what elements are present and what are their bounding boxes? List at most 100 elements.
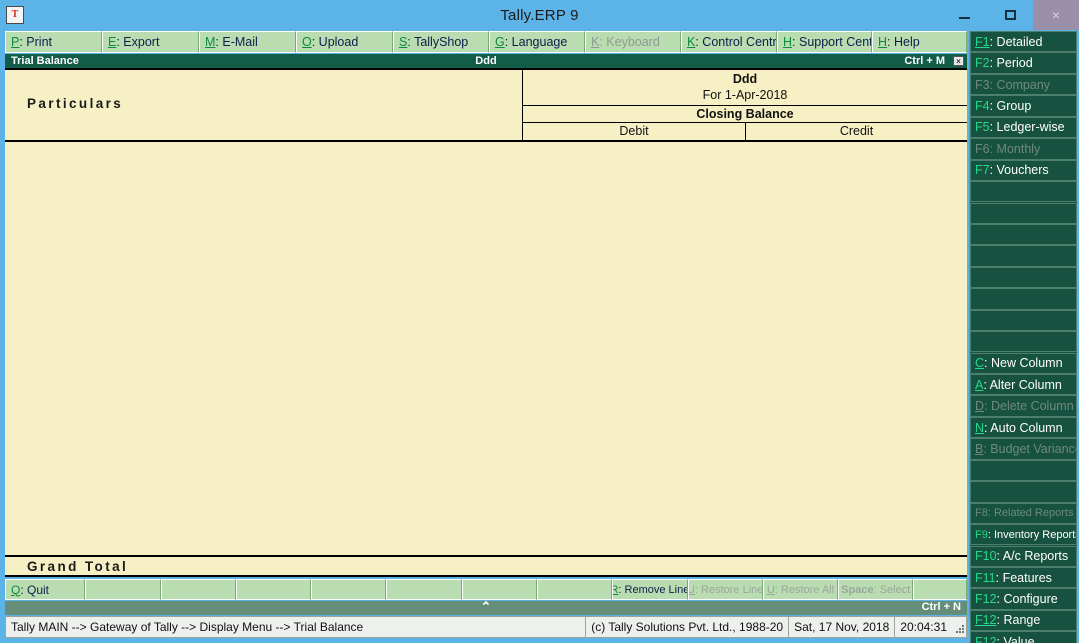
menu-hotkey: M [205, 35, 215, 49]
menu-hotkey: H [878, 35, 887, 49]
fkey-label: : New Column [984, 356, 1063, 370]
menu-item-help[interactable]: H: Help [872, 31, 967, 53]
status-time: 20:04:31 [895, 617, 952, 637]
button-label: : Remove Line [618, 584, 687, 596]
fkey-button-ledger-wise[interactable]: F5: Ledger-wise [970, 117, 1077, 138]
menu-item-upload[interactable]: O: Upload [296, 31, 393, 53]
fkey-button-delete-column: D: Delete Column [970, 395, 1077, 416]
button-label: : Quit [20, 583, 49, 597]
fkey-hotkey: B [975, 442, 983, 456]
fkey-button-detailed[interactable]: F1: Detailed [970, 31, 1077, 52]
particulars-column-header: Particulars [27, 96, 123, 111]
fkey-button-alter-column[interactable]: A: Alter Column [970, 374, 1077, 395]
resize-grip-icon[interactable] [952, 617, 966, 637]
fkey-button-value[interactable]: F12: Value [970, 631, 1077, 643]
fkey-button-empty-slot-7 [970, 181, 1077, 202]
menu-item-label: : TallyShop [407, 35, 468, 49]
fkey-hotkey: F2 [975, 56, 990, 70]
fkey-button-empty-slot-10 [970, 245, 1077, 266]
fkey-button-period[interactable]: F2: Period [970, 52, 1077, 73]
fkey-hotkey: F11 [975, 571, 996, 585]
column-company-name: Ddd [523, 70, 967, 87]
action-button-empty-slot-12 [913, 579, 967, 600]
menu-hotkey: E [108, 35, 116, 49]
menu-item-label: : Support Centre [792, 35, 872, 49]
report-title-bar: Trial Balance Ddd Ctrl + M × [5, 54, 967, 68]
fkey-button-empty-slot-14 [970, 331, 1077, 352]
action-button-empty-slot-3 [236, 579, 311, 600]
fkey-button-group[interactable]: F4: Group [970, 95, 1077, 116]
report-close-icon[interactable]: × [953, 56, 964, 66]
table-header: Particulars Ddd For 1-Apr-2018 Closing B… [5, 70, 967, 142]
fkey-hotkey: F4 [975, 99, 990, 113]
fkey-button-empty-slot-9 [970, 224, 1077, 245]
bottom-button-bar: Q: Quit R: Remove Line U : Restore LineU: R… [5, 579, 967, 600]
menu-item-label: : Help [887, 35, 920, 49]
fkey-label: : Period [990, 56, 1033, 70]
maximize-button[interactable] [987, 0, 1033, 30]
fkey-button-features[interactable]: F11: Features [970, 567, 1077, 588]
fkey-hotkey: F10 [975, 549, 997, 563]
fkey-button-vouchers[interactable]: F7: Vouchers [970, 160, 1077, 181]
column-period: For 1-Apr-2018 [523, 87, 967, 103]
fkey-button-new-column[interactable]: C: New Column [970, 353, 1077, 374]
menu-item-label: : E-Mail [215, 35, 257, 49]
menu-item-export[interactable]: E: Export [102, 31, 199, 53]
button-hotkey: U [767, 584, 775, 596]
fkey-button-budget-variance: B: Budget Variance [970, 438, 1077, 459]
action-button-remove-line[interactable]: R: Remove Line [612, 579, 687, 600]
fkey-button-configure[interactable]: F12: Configure [970, 588, 1077, 609]
action-button-quit[interactable]: Q: Quit [5, 579, 85, 600]
fkey-button-range[interactable]: F12: Range [970, 610, 1077, 631]
close-button[interactable]: × [1033, 0, 1079, 30]
menu-item-language[interactable]: G: Language [489, 31, 585, 53]
maximize-icon [1005, 10, 1016, 20]
ctrl-n-shortcut: Ctrl + N [922, 601, 961, 613]
fkey-hotkey: D [975, 399, 984, 413]
fkey-label: : Configure [997, 592, 1058, 606]
menu-hotkey: G [495, 35, 505, 49]
minimize-button[interactable] [941, 0, 987, 30]
menu-item-tallyshop[interactable]: S: TallyShop [393, 31, 489, 53]
fkey-hotkey: F8 [975, 507, 988, 519]
fkey-label: : Auto Column [984, 421, 1063, 435]
menu-item-e-mail[interactable]: M: E-Mail [199, 31, 296, 53]
action-button-empty-slot-7 [537, 579, 612, 600]
fkey-button-inventory-reports[interactable]: F9: Inventory Reports [970, 524, 1077, 545]
fkey-label: : Features [996, 571, 1052, 585]
column-debit-header: Debit [523, 123, 745, 140]
fkey-button-empty-slot-8 [970, 203, 1077, 224]
top-menu-bar: P: PrintE: ExportM: E-MailO: UploadS: Ta… [5, 31, 967, 53]
menu-item-label: : Upload [312, 35, 359, 49]
button-label: : Restore Line [695, 584, 763, 596]
table-rows-area[interactable] [5, 142, 967, 545]
fkey-label: : Ledger-wise [990, 120, 1065, 134]
fkey-button-auto-column[interactable]: N: Auto Column [970, 417, 1077, 438]
menu-item-print[interactable]: P: Print [5, 31, 102, 53]
fkey-button-related-reports: F8: Related Reports [970, 503, 1077, 524]
fkey-button-empty-slot-13 [970, 310, 1077, 331]
caret-up-icon[interactable]: ⌃ [5, 599, 967, 615]
grand-total-row: Grand Total [5, 555, 967, 577]
fkey-label: : Vouchers [990, 163, 1049, 177]
action-button-empty-slot-2 [161, 579, 236, 600]
action-button-restore-all: U: Restore All [763, 579, 838, 600]
menu-hotkey: H [783, 35, 792, 49]
fkey-hotkey: F12 [975, 613, 997, 627]
fkey-button-empty-slot-20 [970, 460, 1077, 481]
tally-application-window: T Tally.ERP 9 × P: PrintE: ExportM: E-Ma… [0, 0, 1079, 643]
fkey-button-monthly: F6: Monthly [970, 138, 1077, 159]
menu-item-support-centre[interactable]: H: Support Centre [777, 31, 872, 53]
menu-item-label: : Print [19, 35, 52, 49]
fkey-label: : Delete Column [984, 399, 1074, 413]
menu-hotkey: K [687, 35, 695, 49]
action-button-empty-slot-6 [462, 579, 537, 600]
fkey-button-a-c-reports[interactable]: F10: A/c Reports [970, 546, 1077, 567]
report-shortcut: Ctrl + M [904, 55, 945, 67]
menu-hotkey: K [591, 35, 599, 49]
menu-item-control-centre[interactable]: K: Control Centre [681, 31, 777, 53]
column-credit-header: Credit [745, 123, 967, 140]
debit-credit-row: Debit Credit [523, 123, 967, 140]
menu-item-label: : Export [116, 35, 159, 49]
fkey-hotkey: A [975, 378, 983, 392]
